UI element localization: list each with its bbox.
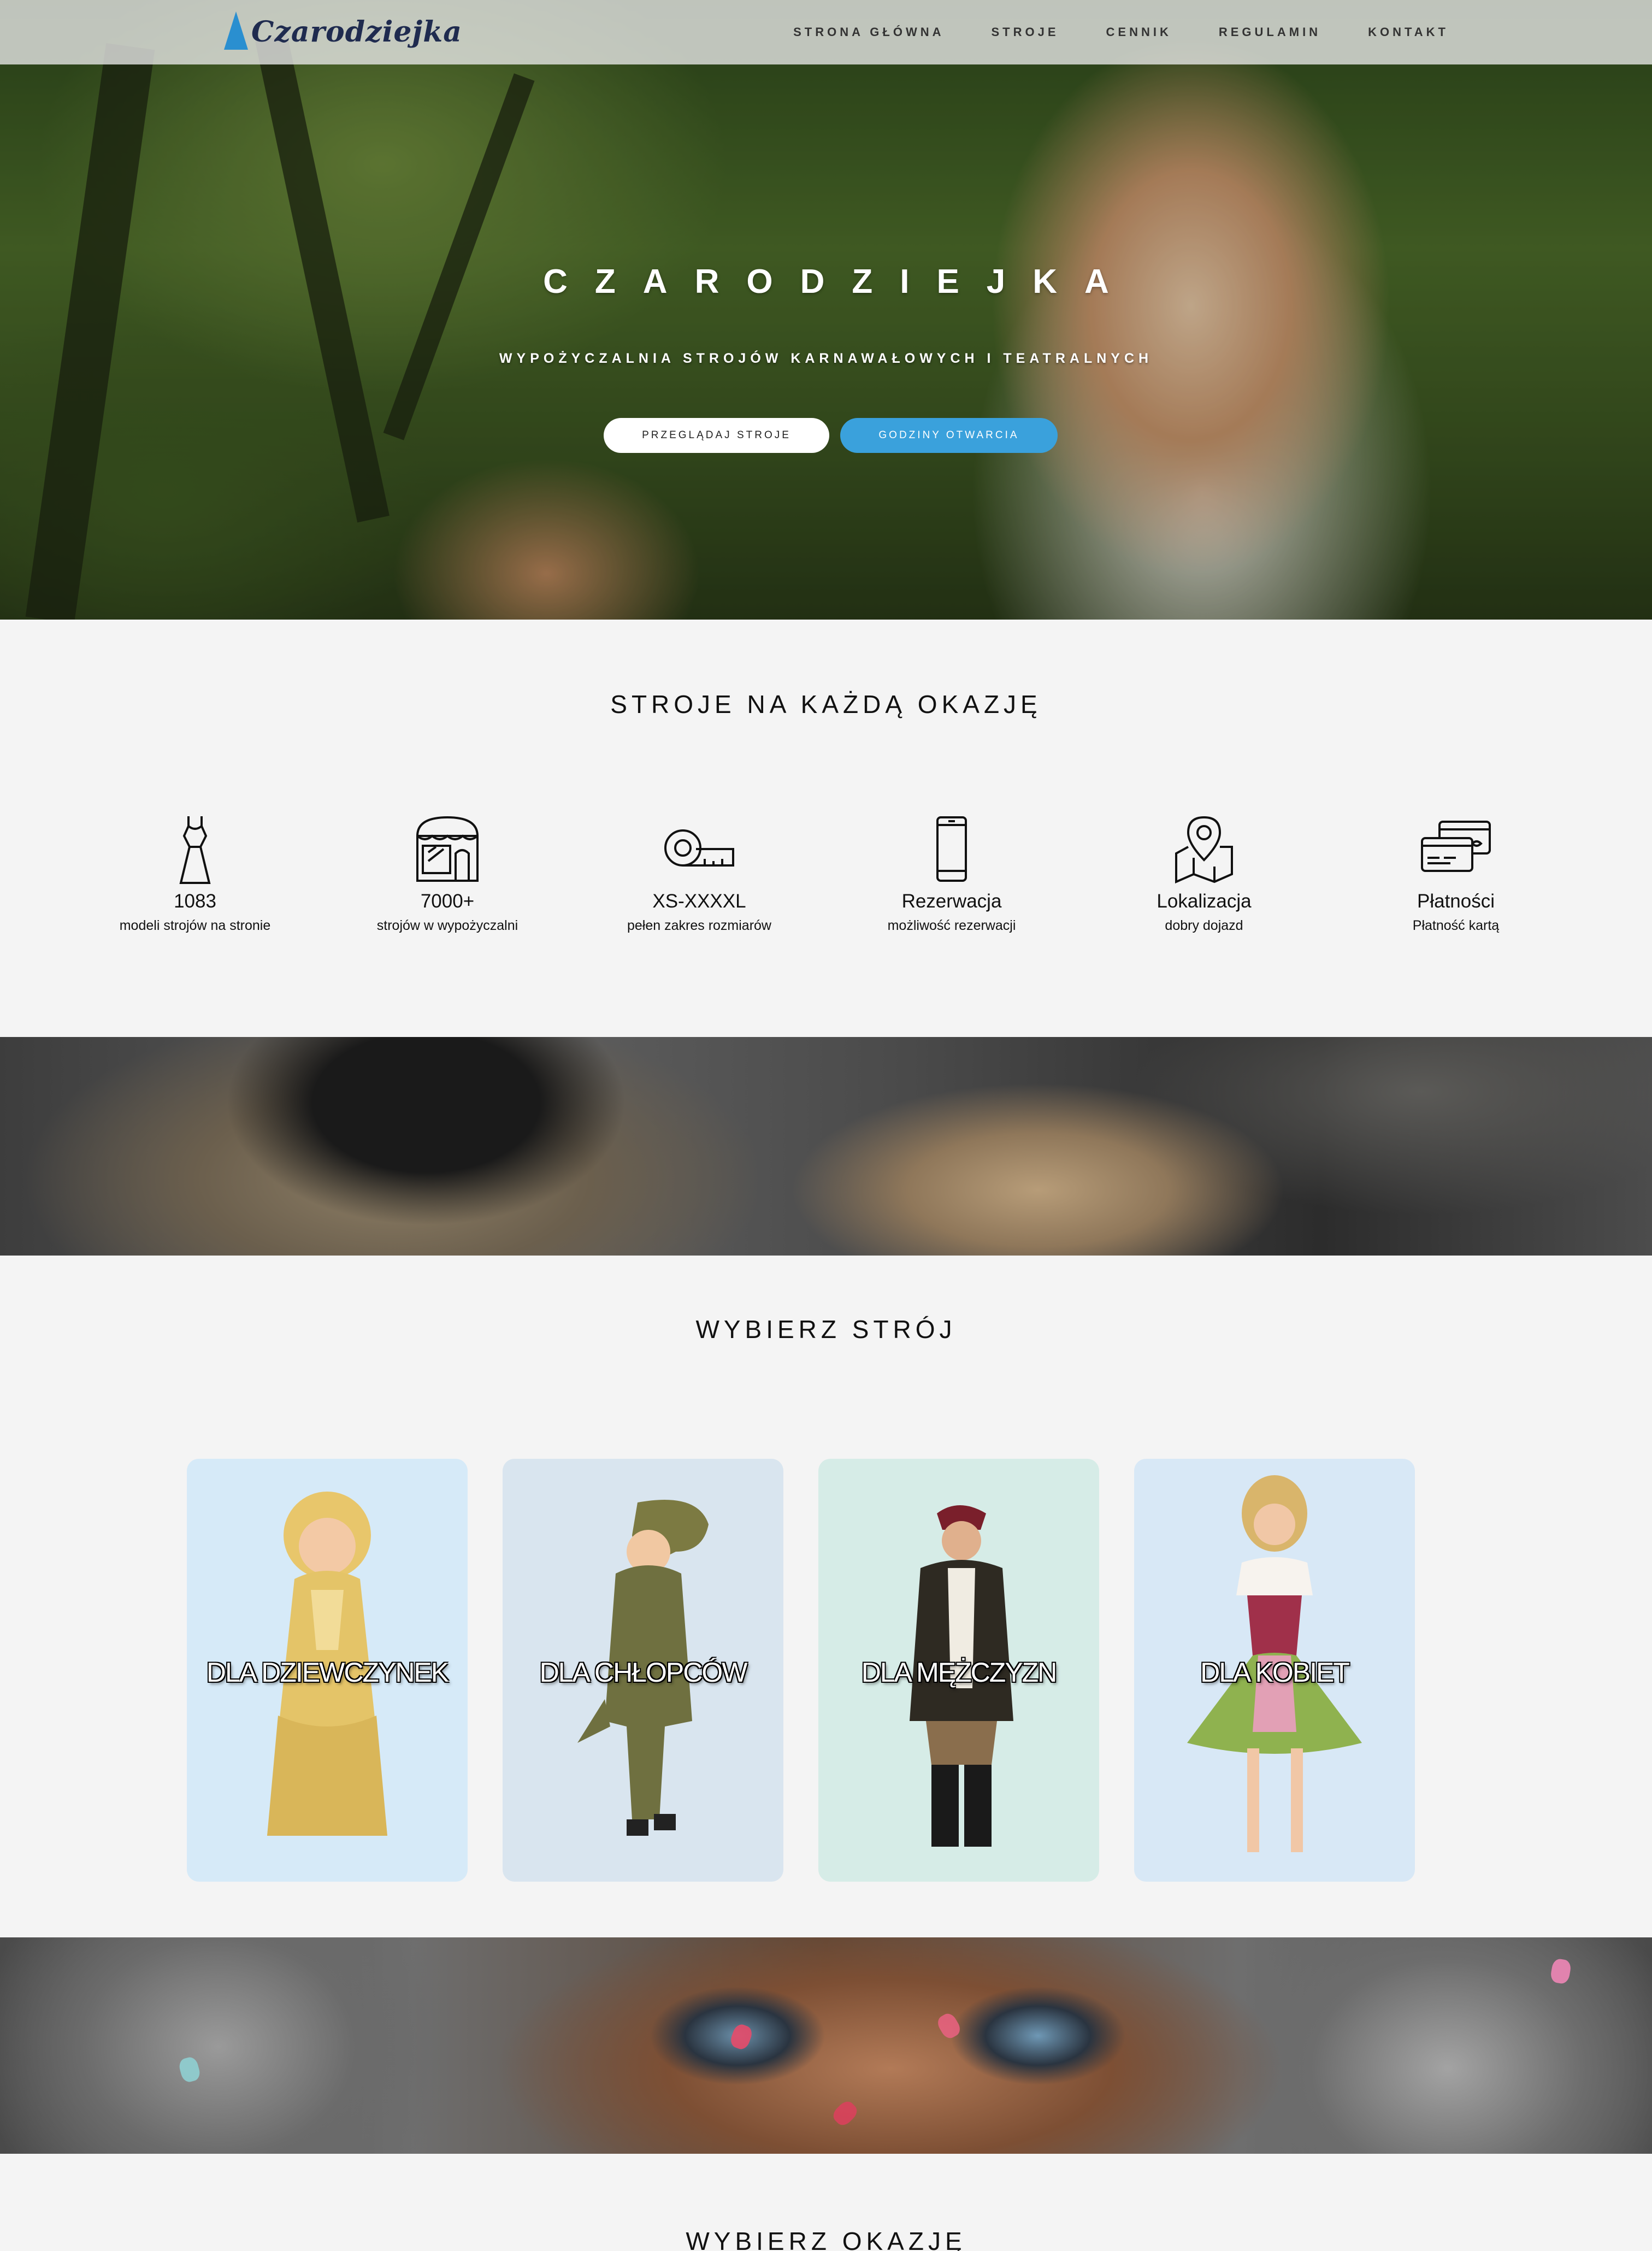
category-label: DLA CHŁOPCÓW — [539, 1657, 748, 1688]
category-label: DLA DZIEWCZYNEK — [206, 1657, 449, 1688]
feature-stock: 7000+ strojów w wypożyczalni — [338, 814, 557, 934]
feature-location: Lokalizacja dobry dojazd — [1095, 814, 1313, 934]
feature-reservation: Rezerwacja możliwość rezerwacji — [842, 814, 1061, 934]
logo-text: Czarodziejka — [251, 15, 462, 49]
brand-logo[interactable]: Czarodziejka — [224, 10, 462, 54]
map-pin-icon — [1175, 816, 1233, 884]
feature-title: 7000+ — [420, 891, 475, 912]
dress-icon — [179, 816, 211, 884]
feature-subtitle: pełen zakres rozmiarów — [627, 918, 771, 933]
category-card-men[interactable]: DLA MĘŻCZYZN — [818, 1459, 1099, 1882]
occasions-section-title: WYBIERZ OKAZJĘ — [686, 2227, 966, 2251]
top-navbar: Czarodziejka STRONA GŁÓWNA STROJE CENNIK… — [0, 0, 1652, 64]
category-card-girls[interactable]: DLA DZIEWCZYNEK — [187, 1459, 468, 1882]
feature-title: Płatności — [1417, 891, 1495, 912]
feature-subtitle: dobry dojazd — [1165, 918, 1243, 933]
wizard-hat-icon — [224, 11, 248, 50]
feature-title: Lokalizacja — [1157, 891, 1252, 912]
armor-banner-image — [0, 1037, 1652, 1256]
category-label: DLA MĘŻCZYZN — [861, 1657, 1058, 1688]
confetti — [935, 2011, 963, 2041]
smartphone-icon — [936, 816, 967, 882]
feature-title: Rezerwacja — [901, 891, 1002, 912]
hero-title: CZARODZIEJKA — [543, 263, 1136, 300]
confetti — [728, 2022, 754, 2052]
hero-subtitle: WYPOŻYCZALNIA STROJÓW KARNAWAŁOWYCH I TE… — [499, 351, 1153, 366]
feature-payments: Płatności Płatność kartą — [1347, 814, 1565, 934]
feature-models: 1083 modeli strojów na stronie — [86, 814, 304, 934]
feature-title: XS-XXXXL — [652, 891, 746, 912]
costumes-section-title: WYBIERZ STRÓJ — [695, 1315, 957, 1343]
feature-sizes: XS-XXXXL pełen zakres rozmiarów — [590, 814, 809, 934]
feature-subtitle: Płatność kartą — [1412, 918, 1500, 933]
browse-costumes-button[interactable]: PRZEGLĄDAJ STROJE — [604, 418, 829, 453]
feature-subtitle: strojów w wypożyczalni — [376, 918, 518, 933]
opening-hours-button[interactable]: GODZINY OTWARCIA — [840, 418, 1058, 453]
features-row: 1083 modeli strojów na stronie 7000+ str… — [0, 814, 1652, 956]
category-card-boys[interactable]: DLA CHŁOPCÓW — [503, 1459, 783, 1882]
nav-item-pricing[interactable]: CENNIK — [1106, 25, 1172, 39]
category-cards: DLA DZIEWCZYNEK DLA CHŁOPCÓW DLA MĘŻCZYZ… — [0, 1459, 1652, 1882]
shop-icon — [416, 816, 479, 882]
nav-item-home[interactable]: STRONA GŁÓWNA — [793, 25, 944, 39]
feature-title: 1083 — [174, 891, 216, 912]
category-label: DLA KOBIET — [1200, 1657, 1350, 1688]
confetti — [177, 2055, 202, 2084]
feature-subtitle: możliwość rezerwacji — [887, 918, 1016, 933]
feature-subtitle: modeli strojów na stronie — [119, 918, 271, 933]
nav-item-terms[interactable]: REGULAMIN — [1219, 25, 1321, 39]
hero-content: CZARODZIEJKA WYPOŻYCZALNIA STROJÓW KARNA… — [0, 0, 1652, 620]
confetti — [1549, 1958, 1572, 1985]
tape-measure-icon — [664, 829, 734, 867]
confetti — [830, 2098, 860, 2129]
nav-item-costumes[interactable]: STROJE — [991, 25, 1059, 39]
features-section-title: STROJE NA KAŻDĄ OKAZJĘ — [610, 690, 1042, 718]
nav-item-contact[interactable]: KONTAKT — [1368, 25, 1449, 39]
main-nav: STRONA GŁÓWNA STROJE CENNIK REGULAMIN KO… — [793, 0, 1449, 64]
warrior-banner-image — [0, 1937, 1652, 2154]
credit-card-icon — [1421, 821, 1491, 872]
category-card-women[interactable]: DLA KOBIET — [1134, 1459, 1415, 1882]
